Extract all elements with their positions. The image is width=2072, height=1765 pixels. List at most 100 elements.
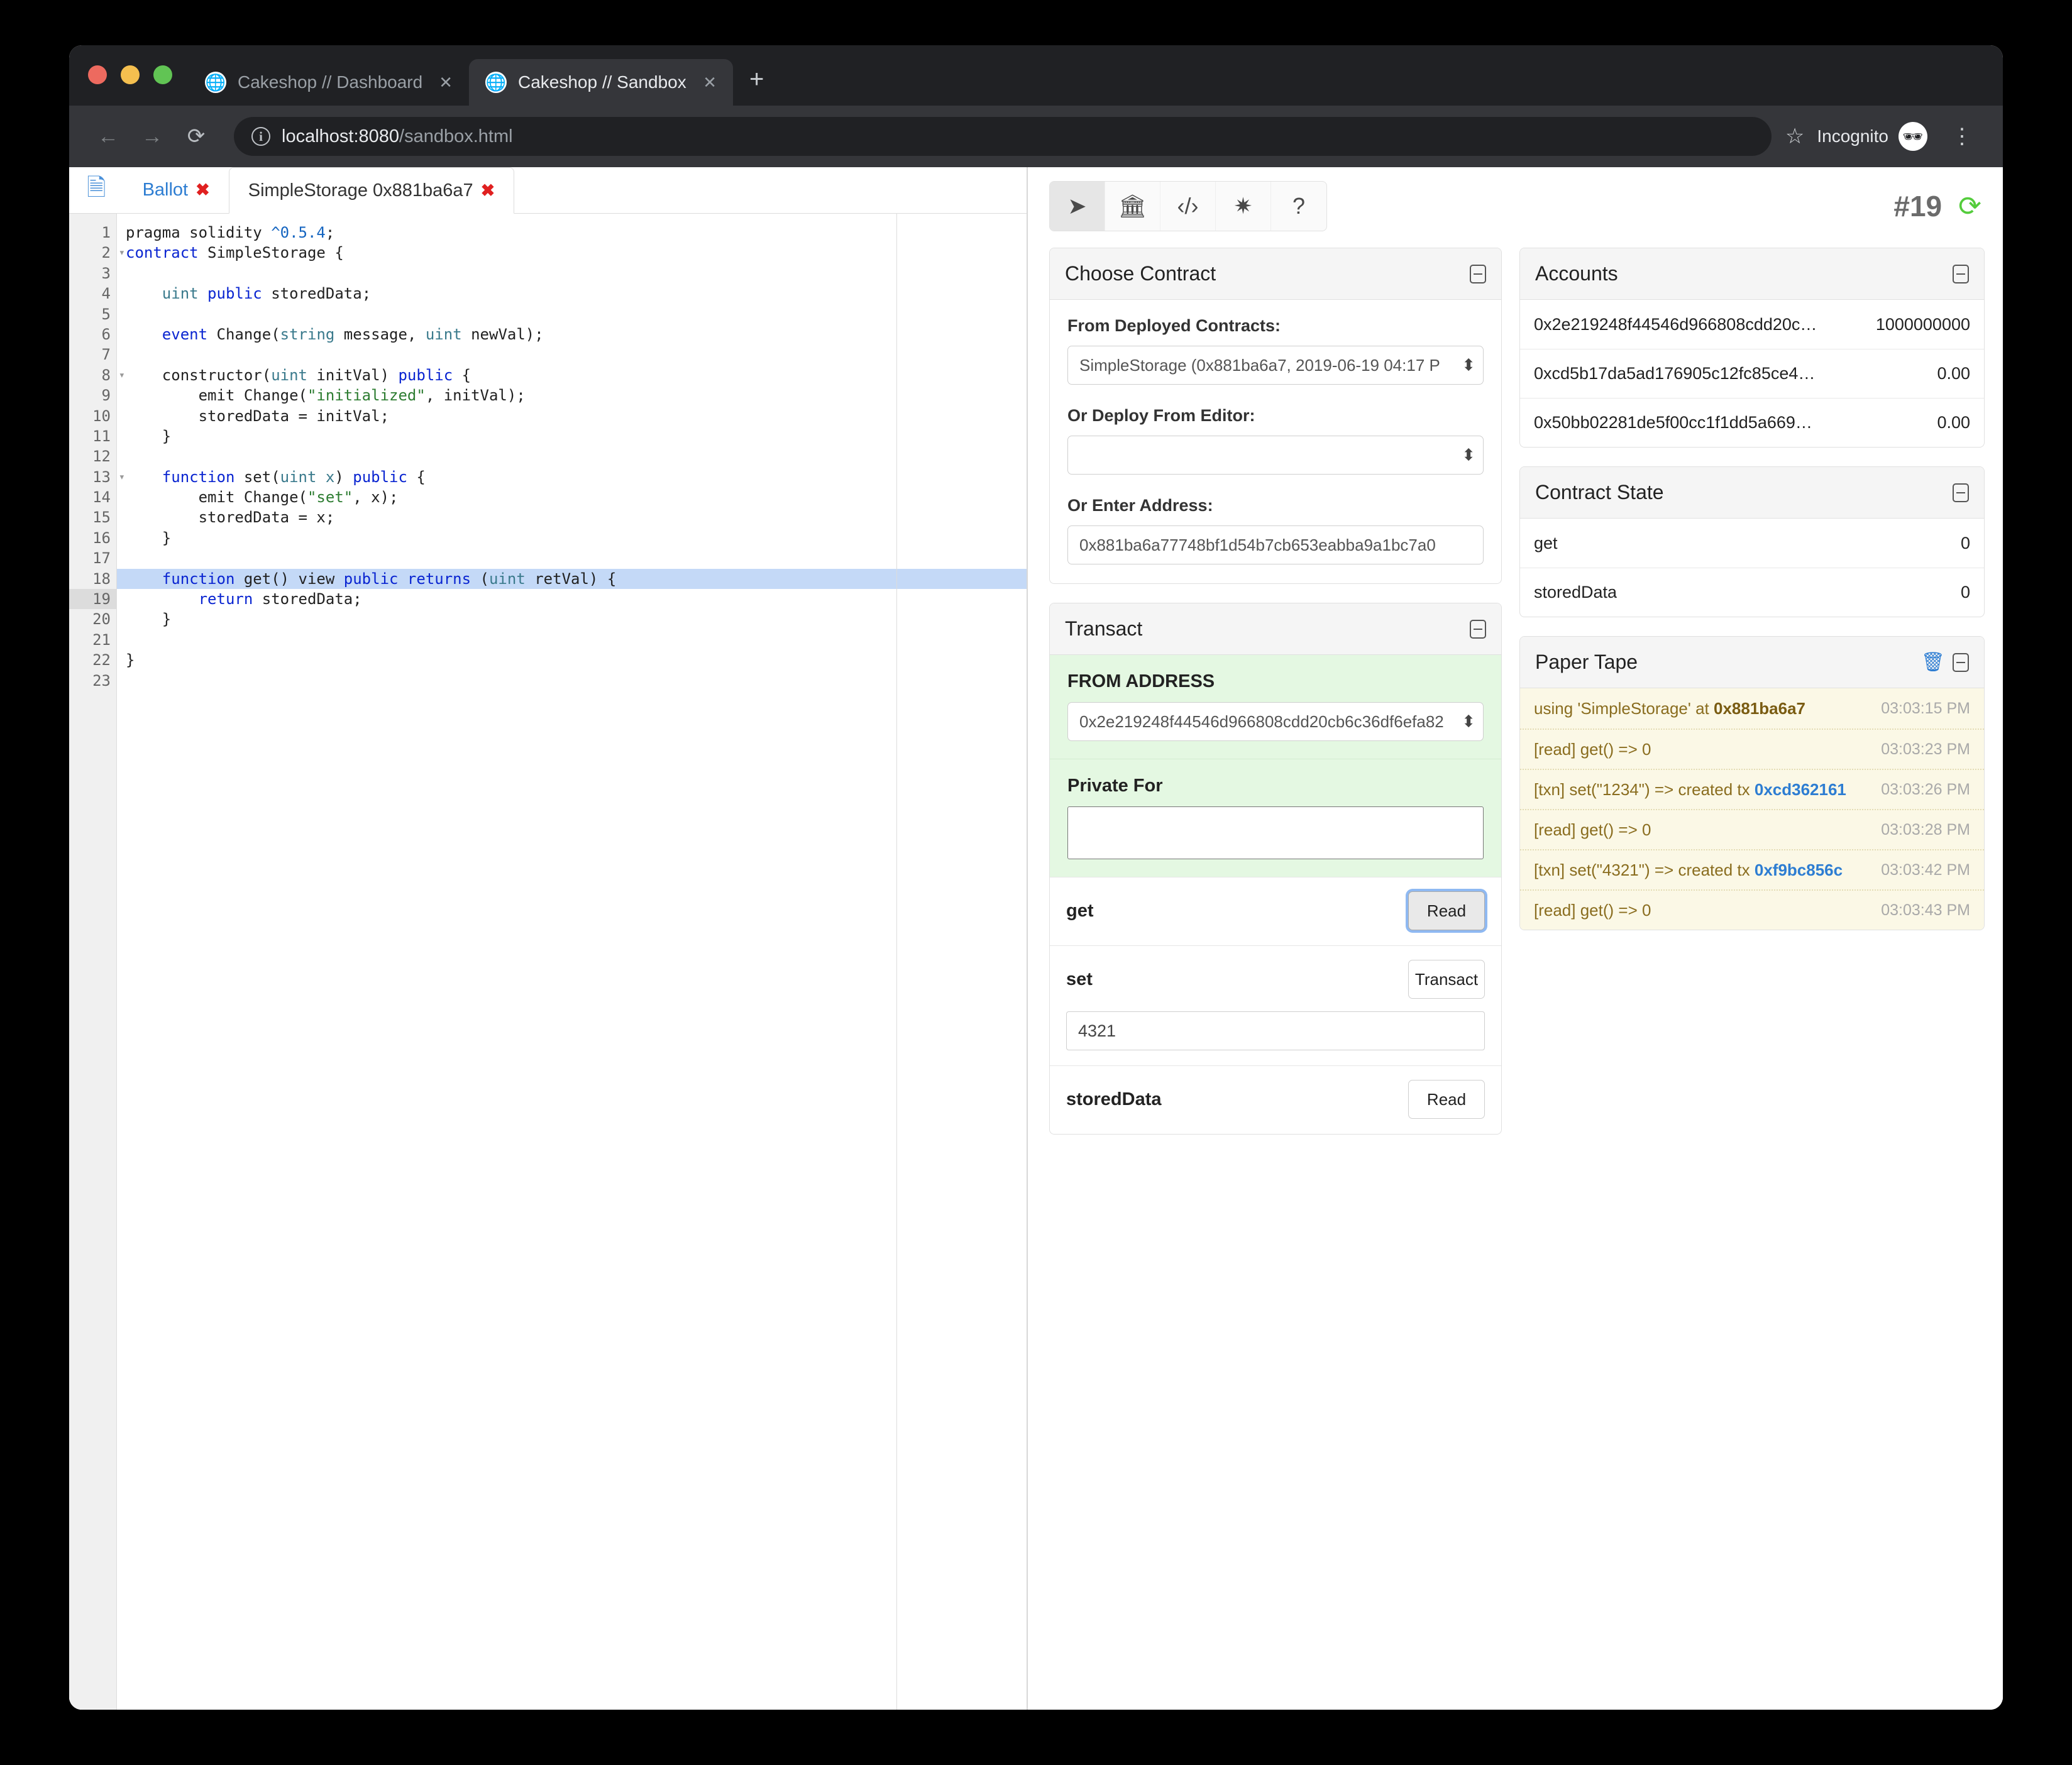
line-number: 16	[69, 528, 116, 548]
collapse-icon[interactable]	[1953, 265, 1969, 283]
transaction-hash-link[interactable]: 0xf9bc856c	[1755, 861, 1843, 879]
account-row[interactable]: 0xcd5b17da5ad176905c12fc85ce4…0.00	[1520, 349, 1984, 398]
panel-header: Transact	[1050, 603, 1501, 655]
gear-icon[interactable]: ✷	[1216, 182, 1271, 231]
document-icon[interactable]: 🗎	[69, 167, 124, 213]
browser-tab-dashboard[interactable]: 🌐 Cakeshop // Dashboard ✕	[189, 59, 469, 106]
paper-tape-message: [read] get() => 0	[1534, 901, 1651, 920]
forward-icon[interactable]: →	[132, 124, 172, 149]
enter-address-input[interactable]: 0x881ba6a77748bf1d54b7cb653eabba9a1bc7a0	[1067, 525, 1484, 564]
collapse-icon[interactable]	[1953, 483, 1969, 502]
line-number: 20	[69, 609, 116, 629]
code-line[interactable]: emit Change("initialized", initVal);	[117, 385, 1027, 405]
transaction-hash-link[interactable]: 0xcd362161	[1755, 780, 1846, 799]
code-line[interactable]: storedData = x;	[117, 507, 1027, 527]
back-icon[interactable]: ←	[88, 124, 128, 149]
trash-icon[interactable]: 🗑	[1921, 653, 1945, 672]
code-line[interactable]: pragma solidity ^0.5.4;	[117, 223, 1027, 243]
code-line[interactable]	[117, 344, 1027, 365]
read-button[interactable]: Read	[1408, 891, 1485, 930]
spacer	[1067, 385, 1484, 406]
code-line[interactable]: event Change(string message, uint newVal…	[117, 324, 1027, 344]
paper-tape-entry: using 'SimpleStorage' at 0x881ba6a703:03…	[1520, 688, 1984, 729]
code-line[interactable]: return storedData;	[117, 589, 1027, 609]
transact-button[interactable]: Transact	[1408, 960, 1485, 999]
code-line[interactable]	[117, 548, 1027, 568]
code-brackets-icon[interactable]: ‹/›	[1160, 182, 1216, 231]
bank-icon[interactable]: 🏛	[1105, 182, 1160, 231]
collapse-icon[interactable]	[1953, 653, 1969, 672]
console-toolbar: ➤🏛‹/›✷?	[1049, 181, 1327, 231]
contract-function-list: getReadsetTransact4321storedDataRead	[1050, 877, 1501, 1134]
code-line[interactable]: constructor(uint initVal) public {	[117, 365, 1027, 385]
from-address-label: FROM ADDRESS	[1067, 671, 1484, 692]
close-icon[interactable]: ✕	[434, 73, 458, 92]
code-token: ;	[326, 224, 334, 241]
paper-tape-entry: [read] get() => 003:03:23 PM	[1520, 729, 1984, 769]
code-line[interactable]: }	[117, 528, 1027, 548]
reload-icon[interactable]: ⟳	[176, 124, 216, 149]
code-text[interactable]: pragma solidity ^0.5.4;contract SimpleSt…	[117, 214, 1027, 1710]
browser-tab-sandbox[interactable]: 🌐 Cakeshop // Sandbox ✕	[469, 59, 733, 106]
maximize-window-button[interactable]	[153, 65, 172, 84]
refresh-icon[interactable]: ⟳	[1958, 190, 1981, 223]
code-token: public	[207, 285, 262, 302]
site-info-icon[interactable]: i	[251, 127, 270, 146]
private-for-textarea[interactable]	[1067, 806, 1484, 859]
collapse-icon[interactable]	[1470, 620, 1486, 639]
code-line[interactable]: }	[117, 426, 1027, 446]
code-line[interactable]	[117, 630, 1027, 650]
code-line[interactable]: function get() view public returns (uint…	[117, 569, 1027, 589]
paper-plane-icon[interactable]: ➤	[1050, 182, 1105, 231]
code-token	[126, 468, 162, 486]
code-token: )	[334, 468, 353, 486]
code-line[interactable]	[117, 446, 1027, 466]
deployed-contracts-select[interactable]: SimpleStorage (0x881ba6a7, 2019-06-19 04…	[1067, 346, 1484, 385]
code-line[interactable]: storedData = initVal;	[117, 406, 1027, 426]
deploy-from-editor-select[interactable]	[1067, 436, 1484, 475]
code-line[interactable]: }	[117, 609, 1027, 629]
code-line[interactable]: emit Change("set", x);	[117, 487, 1027, 507]
code-token: }	[126, 651, 135, 669]
code-area[interactable]: 12▾345678▾910111213▾1415161718▾192021222…	[69, 214, 1027, 1710]
browser-tab-title: Cakeshop // Dashboard	[238, 72, 422, 92]
incognito-indicator[interactable]: Incognito 🕶	[1808, 122, 1936, 151]
account-row[interactable]: 0x2e219248f44546d966808cdd20c…1000000000	[1520, 300, 1984, 349]
browser-menu-icon[interactable]: ⋮	[1940, 124, 1984, 149]
collapse-icon[interactable]	[1470, 265, 1486, 283]
code-line[interactable]: uint public storedData;	[117, 283, 1027, 304]
question-mark-icon[interactable]: ?	[1271, 182, 1326, 231]
close-icon[interactable]: ✖	[481, 181, 495, 201]
block-number: #19	[1893, 189, 1942, 223]
code-token: uint	[162, 285, 199, 302]
close-icon[interactable]: ✕	[698, 73, 722, 92]
function-argument-input[interactable]: 4321	[1066, 1011, 1485, 1050]
new-tab-button[interactable]: +	[733, 67, 780, 106]
contract-state-table: get0storedData0	[1520, 519, 1984, 617]
code-token: uint	[489, 570, 526, 588]
bookmark-star-icon[interactable]: ☆	[1785, 124, 1804, 149]
editor-tab-simplestorage[interactable]: SimpleStorage 0x881ba6a7 ✖	[229, 167, 515, 214]
code-line[interactable]	[117, 304, 1027, 324]
panel-header: Choose Contract	[1050, 248, 1501, 300]
code-line[interactable]: function set(uint x) public {	[117, 467, 1027, 487]
address-bar[interactable]: i localhost:8080/sandbox.html	[234, 117, 1772, 156]
code-line[interactable]	[117, 671, 1027, 691]
code-token: set(	[234, 468, 280, 486]
contract-state-row: get0	[1520, 519, 1984, 568]
read-button[interactable]: Read	[1408, 1080, 1485, 1119]
account-row[interactable]: 0x50bb02281de5f00cc1f1dd5a669…0.00	[1520, 398, 1984, 447]
code-token: public	[398, 366, 453, 384]
panel-title: Transact	[1065, 617, 1142, 641]
code-line[interactable]: }	[117, 650, 1027, 670]
close-window-button[interactable]	[88, 65, 107, 84]
close-icon[interactable]: ✖	[196, 180, 210, 200]
code-line[interactable]	[117, 263, 1027, 283]
block-status: #19 ⟳	[1893, 189, 1988, 223]
minimize-window-button[interactable]	[121, 65, 140, 84]
code-line[interactable]: contract SimpleStorage {	[117, 243, 1027, 263]
line-number: 10	[69, 406, 116, 426]
from-address-select[interactable]: 0x2e219248f44546d966808cdd20cb6c36df6efa…	[1067, 702, 1484, 741]
paper-tape-entry: [read] get() => 003:03:28 PM	[1520, 809, 1984, 849]
editor-tab-ballot[interactable]: Ballot ✖	[124, 167, 229, 213]
